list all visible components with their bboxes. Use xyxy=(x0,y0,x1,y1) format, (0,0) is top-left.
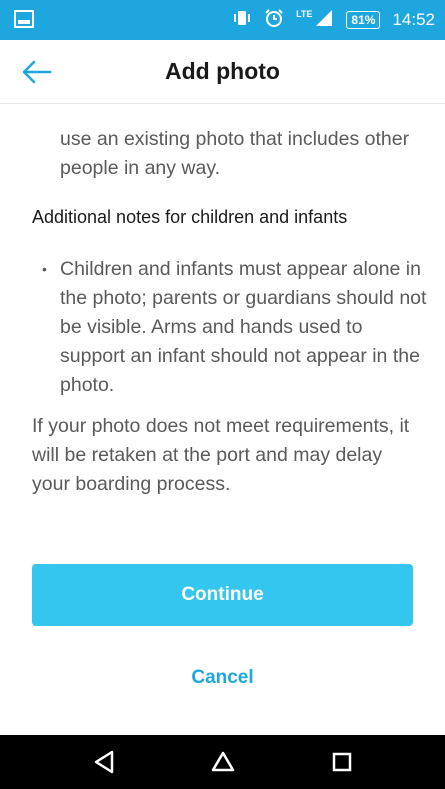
triangle-back-icon[interactable] xyxy=(90,748,118,776)
bullet-icon: • xyxy=(42,261,47,277)
requirements-note: If your photo does not meet requirements… xyxy=(32,415,410,495)
page-title: Add photo xyxy=(165,58,280,84)
status-bar: LTE 81% 14:52 xyxy=(0,0,445,40)
network-type: LTE xyxy=(296,9,313,19)
bullet-continuation-text: use an existing photo that includes othe… xyxy=(60,128,410,179)
square-recents-icon[interactable] xyxy=(328,748,356,776)
cancel-button[interactable]: Cancel xyxy=(0,667,445,695)
system-nav-bar xyxy=(0,735,445,789)
battery-indicator: 81% xyxy=(346,11,381,29)
signal-icon xyxy=(314,9,334,32)
continue-button[interactable]: Continue xyxy=(32,564,413,626)
app-header: Add photo xyxy=(0,40,445,104)
clock: 14:52 xyxy=(392,10,435,29)
alarm-icon xyxy=(264,8,284,33)
gallery-notification-icon xyxy=(14,10,36,28)
status-icons: LTE 81% 14:52 xyxy=(232,0,435,40)
section-heading: Additional notes for children and infant… xyxy=(32,207,348,227)
vibrate-icon xyxy=(232,9,252,32)
bullet-text: Children and infants must appear alone i… xyxy=(60,258,427,396)
home-icon[interactable] xyxy=(209,748,237,776)
